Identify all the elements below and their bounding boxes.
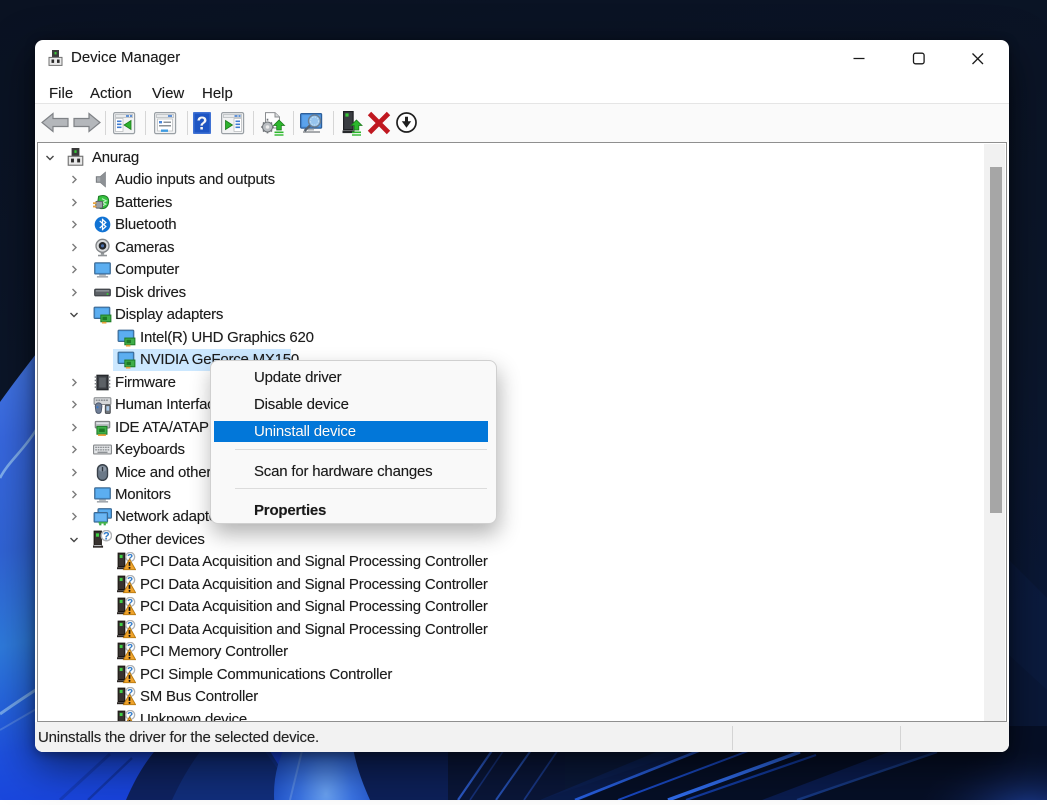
svg-text:?: ? <box>197 114 208 134</box>
